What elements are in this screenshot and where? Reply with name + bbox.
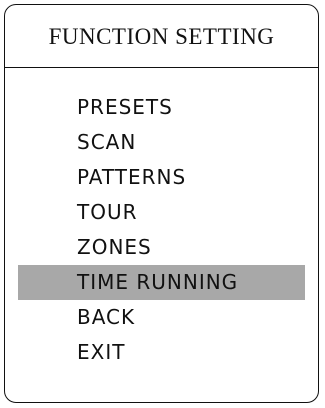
menu-item-label: EXIT <box>77 340 126 364</box>
menu-item-label: PRESETS <box>77 95 173 119</box>
menu-item-label: TIME RUNNING <box>77 270 239 294</box>
menu-item-tour[interactable]: TOUR <box>5 195 318 230</box>
menu-item-label: ZONES <box>77 235 152 259</box>
menu-item-label: PATTERNS <box>77 165 187 189</box>
menu-item-label: TOUR <box>77 200 138 224</box>
menu-item-label: SCAN <box>77 130 137 154</box>
menu-title: FUNCTION SETTING <box>48 24 275 49</box>
menu-list: PRESETS SCAN PATTERNS TOUR ZONES TIME RU… <box>5 90 318 370</box>
menu-item-patterns[interactable]: PATTERNS <box>5 160 318 195</box>
menu-item-label: BACK <box>77 305 136 329</box>
menu-item-scan[interactable]: SCAN <box>5 125 318 160</box>
menu-item-time-running[interactable]: TIME RUNNING <box>18 265 305 300</box>
function-setting-menu: FUNCTION SETTING PRESETS SCAN PATTERNS T… <box>4 4 319 403</box>
menu-header: FUNCTION SETTING <box>5 5 318 68</box>
menu-item-zones[interactable]: ZONES <box>5 230 318 265</box>
menu-item-exit[interactable]: EXIT <box>5 335 318 370</box>
menu-item-presets[interactable]: PRESETS <box>5 90 318 125</box>
menu-item-back[interactable]: BACK <box>5 300 318 335</box>
